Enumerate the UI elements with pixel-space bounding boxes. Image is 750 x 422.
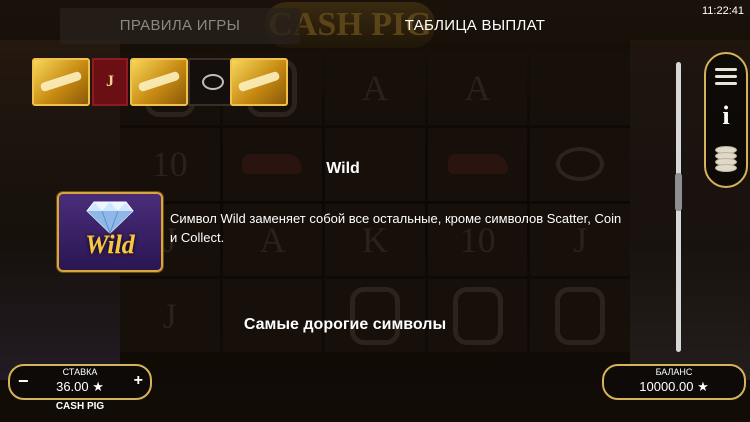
wild-icon-text: Wild (85, 230, 135, 259)
scrollbar-thumb[interactable] (675, 173, 682, 211)
letter-j-label: J (106, 73, 114, 90)
gold-plane-symbol (230, 58, 288, 106)
bet-increase-button[interactable]: + (134, 371, 143, 391)
balance-value: 10000.00 ★ (639, 379, 709, 394)
tab-game-rules[interactable]: ПРАВИЛА ИГРЫ (60, 8, 300, 44)
info-icon[interactable]: i (706, 101, 746, 131)
gold-plane-symbol (130, 58, 188, 106)
letter-j-symbol: J (92, 58, 128, 106)
wild-symbol-icon: Wild (57, 192, 163, 272)
bet-panel: − СТАВКА 36.00 ★ + (8, 364, 152, 400)
wild-description: Символ Wild заменяет собой все остальные… (170, 211, 622, 245)
balance-label: БАЛАНС (655, 367, 693, 377)
top-bar: ПРАВИЛА ИГРЫ ТАБЛИЦА ВЫПЛАТ 11:22:41 (0, 0, 750, 52)
bet-value: 36.00 ★ (56, 379, 104, 394)
gold-plane-symbol (32, 58, 90, 106)
coins-icon[interactable] (715, 146, 737, 174)
game-name: CASH PIG (55, 401, 105, 412)
balance-panel: БАЛАНС 10000.00 ★ (602, 364, 746, 400)
clock: 11:22:41 (701, 5, 744, 17)
diamond-icon (86, 201, 134, 234)
side-menu: i (704, 52, 748, 188)
bet-label: СТАВКА (62, 367, 98, 377)
wild-section-title: Wild (326, 160, 360, 177)
tab-paytable[interactable]: ТАБЛИЦА ВЫПЛАТ (355, 8, 595, 44)
mini-reel-strip: J (30, 52, 288, 106)
ring-icon (202, 74, 224, 90)
menu-icon[interactable] (715, 68, 737, 89)
top-symbols-title: Самые дорогие символы (243, 316, 447, 333)
